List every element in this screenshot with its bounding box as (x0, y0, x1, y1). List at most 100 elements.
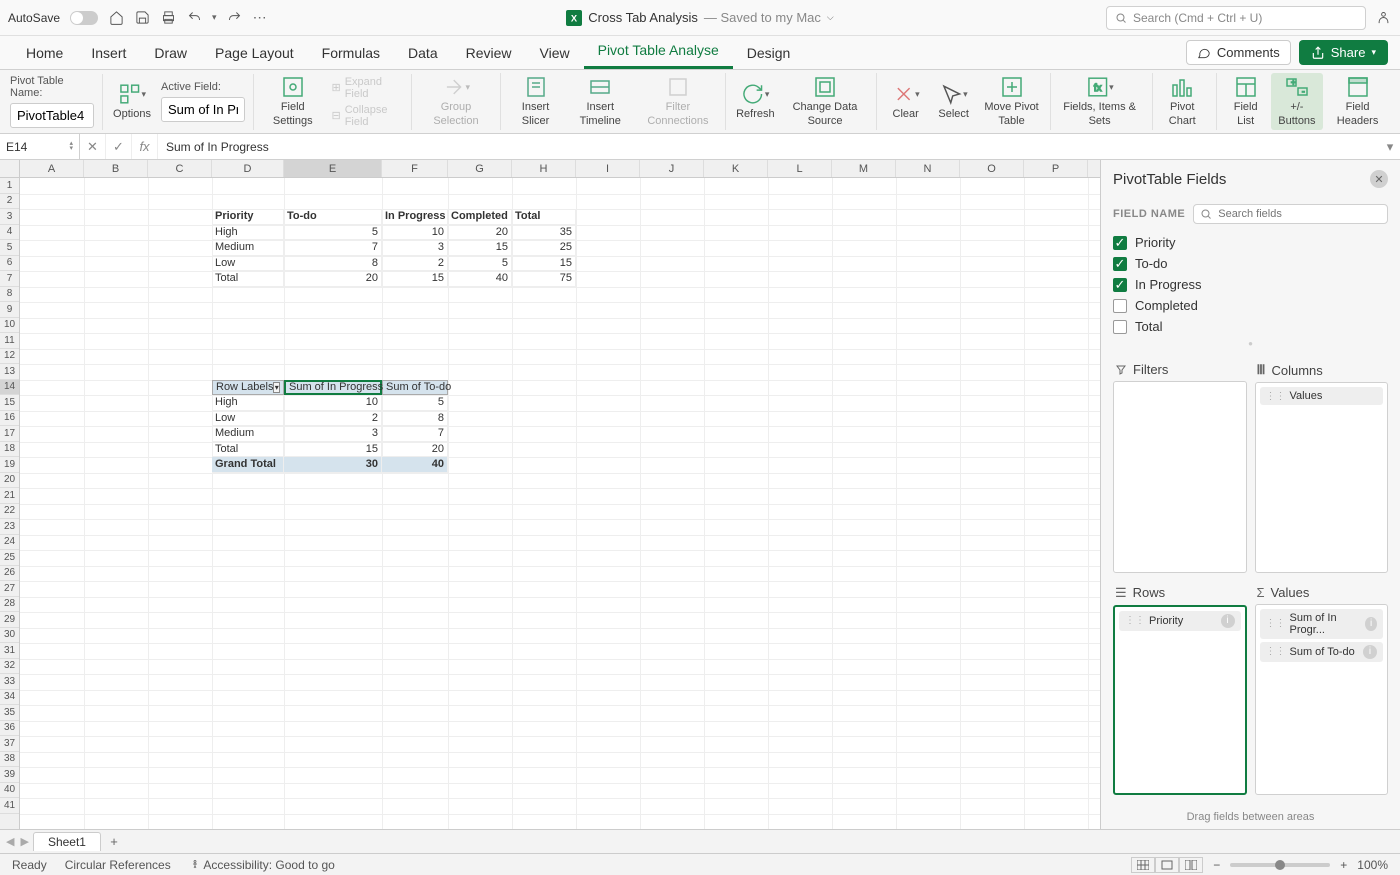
field-list-button[interactable]: Field List (1223, 73, 1269, 129)
zoom-level[interactable]: 100% (1357, 858, 1388, 872)
zoom-slider[interactable] (1230, 863, 1330, 867)
row-header-21[interactable]: 21 (0, 488, 19, 504)
cell-E4[interactable]: 5 (284, 225, 382, 241)
row-header-15[interactable]: 15 (0, 395, 19, 411)
add-sheet-button[interactable]: + (105, 833, 123, 851)
cell-E17[interactable]: 3 (284, 426, 382, 442)
row-header-8[interactable]: 8 (0, 287, 19, 303)
row-header-32[interactable]: 32 (0, 659, 19, 675)
cell-F6[interactable]: 2 (382, 256, 448, 272)
cell-G4[interactable]: 20 (448, 225, 512, 241)
col-header-K[interactable]: K (704, 160, 768, 177)
cell-F5[interactable]: 3 (382, 240, 448, 256)
cells-grid[interactable]: PriorityTo-doIn ProgressCompletedTotalHi… (20, 178, 1100, 829)
field-search-input[interactable] (1193, 204, 1388, 224)
field-settings-button[interactable]: Field Settings (260, 73, 325, 129)
doc-dropdown[interactable]: ⌵ (827, 12, 834, 23)
cell-F18[interactable]: 20 (382, 442, 448, 458)
row-header-35[interactable]: 35 (0, 705, 19, 721)
cell-G7[interactable]: 40 (448, 271, 512, 287)
cell-H7[interactable]: 75 (512, 271, 576, 287)
row-labels-filter-icon[interactable]: ▾ (273, 382, 280, 393)
row-header-23[interactable]: 23 (0, 519, 19, 535)
cell-E7[interactable]: 20 (284, 271, 382, 287)
row-header-14[interactable]: 14 (0, 380, 19, 396)
col-header-J[interactable]: J (640, 160, 704, 177)
cell-E15[interactable]: 10 (284, 395, 382, 411)
field-checkbox[interactable]: ✓ (1113, 278, 1127, 292)
col-header-D[interactable]: D (212, 160, 284, 177)
page-break-view-button[interactable] (1179, 857, 1203, 873)
col-header-O[interactable]: O (960, 160, 1024, 177)
cell-F7[interactable]: 15 (382, 271, 448, 287)
cell-D7[interactable]: Total (212, 271, 284, 287)
cell-D16[interactable]: Low (212, 411, 284, 427)
cell-D6[interactable]: Low (212, 256, 284, 272)
cell-E3[interactable]: To-do (284, 209, 382, 225)
row-header-11[interactable]: 11 (0, 333, 19, 349)
col-header-L[interactable]: L (768, 160, 832, 177)
field-in-progress[interactable]: ✓In Progress (1113, 274, 1388, 295)
zoom-out-button[interactable]: − (1213, 858, 1220, 872)
row-header-9[interactable]: 9 (0, 302, 19, 318)
row-header-24[interactable]: 24 (0, 535, 19, 551)
insert-slicer-button[interactable]: Insert Slicer (507, 73, 564, 129)
select-button[interactable]: ▾Select (931, 80, 977, 123)
pm-buttons-button[interactable]: +-+/- Buttons (1271, 73, 1323, 129)
tab-home[interactable]: Home (12, 37, 77, 69)
cell-D4[interactable]: High (212, 225, 284, 241)
tab-draw[interactable]: Draw (140, 37, 201, 69)
col-header-M[interactable]: M (832, 160, 896, 177)
select-all-corner[interactable] (0, 160, 20, 177)
accept-formula-icon[interactable]: ✓ (106, 134, 132, 159)
col-header-A[interactable]: A (20, 160, 84, 177)
tab-view[interactable]: View (526, 37, 584, 69)
area-item-sum-todo[interactable]: ⋮⋮Sum of To-doi (1260, 642, 1384, 662)
row-header-40[interactable]: 40 (0, 783, 19, 799)
row-header-34[interactable]: 34 (0, 690, 19, 706)
tab-data[interactable]: Data (394, 37, 452, 69)
field-total[interactable]: Total (1113, 316, 1388, 337)
change-data-source-button[interactable]: Change Data Source (780, 73, 869, 129)
cell-D5[interactable]: Medium (212, 240, 284, 256)
cell-H5[interactable]: 25 (512, 240, 576, 256)
group-selection-button[interactable]: ▾ Group Selection (418, 73, 494, 129)
cell-H6[interactable]: 15 (512, 256, 576, 272)
row-header-28[interactable]: 28 (0, 597, 19, 613)
active-field-input[interactable] (161, 97, 245, 122)
zoom-in-button[interactable]: + (1340, 858, 1347, 872)
field-checkbox[interactable]: ✓ (1113, 257, 1127, 271)
row-header-39[interactable]: 39 (0, 767, 19, 783)
col-header-H[interactable]: H (512, 160, 576, 177)
pivot-chart-button[interactable]: Pivot Chart (1152, 73, 1210, 129)
field-to-do[interactable]: ✓To-do (1113, 253, 1388, 274)
values-area[interactable]: ΣValues ⋮⋮Sum of In Progr...i ⋮⋮Sum of T… (1255, 581, 1389, 796)
row-header-36[interactable]: 36 (0, 721, 19, 737)
row-header-13[interactable]: 13 (0, 364, 19, 380)
cell-E6[interactable]: 8 (284, 256, 382, 272)
fx-icon[interactable]: fx (132, 134, 158, 159)
row-header-16[interactable]: 16 (0, 411, 19, 427)
row-header-20[interactable]: 20 (0, 473, 19, 489)
cell-E5[interactable]: 7 (284, 240, 382, 256)
cell-G5[interactable]: 15 (448, 240, 512, 256)
options-button[interactable]: ▾ Options (109, 80, 155, 123)
fields-items-sets-button[interactable]: fx▾Fields, Items & Sets (1050, 73, 1145, 129)
undo-dropdown[interactable]: ▾ (212, 12, 217, 23)
col-header-G[interactable]: G (448, 160, 512, 177)
col-header-B[interactable]: B (84, 160, 148, 177)
cell-D15[interactable]: High (212, 395, 284, 411)
col-header-E[interactable]: E (284, 160, 382, 177)
col-header-N[interactable]: N (896, 160, 960, 177)
col-header-C[interactable]: C (148, 160, 212, 177)
cell-D17[interactable]: Medium (212, 426, 284, 442)
rows-area[interactable]: ☰Rows ⋮⋮Priorityi (1113, 581, 1247, 796)
refresh-button[interactable]: ▾Refresh (732, 80, 778, 123)
cell-H3[interactable]: Total (512, 209, 576, 225)
home-icon[interactable] (108, 10, 124, 26)
pt-name-input[interactable] (10, 103, 94, 128)
page-layout-view-button[interactable] (1155, 857, 1179, 873)
row-header-31[interactable]: 31 (0, 643, 19, 659)
print-icon[interactable] (160, 10, 176, 26)
row-header-30[interactable]: 30 (0, 628, 19, 644)
